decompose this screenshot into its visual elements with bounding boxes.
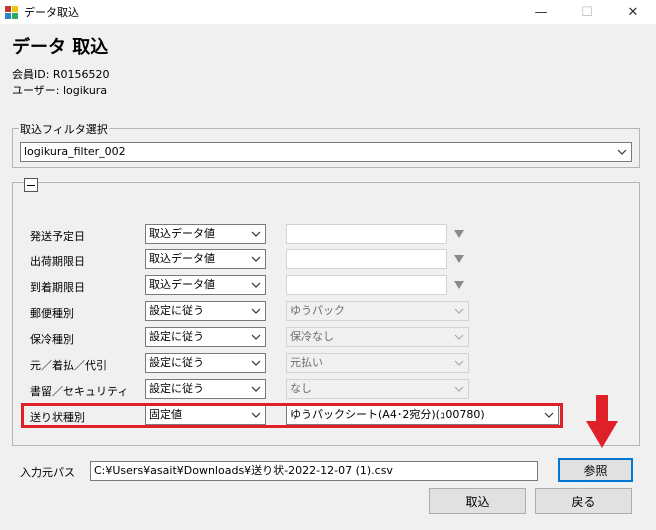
ship-deadline-input[interactable] [286,249,447,269]
member-id: 会員ID: R0156520 [12,68,110,81]
highlight-box [21,403,563,428]
chevron-down-icon [454,360,464,366]
row-label: 元／着払／代引 [30,359,107,372]
payment-mode-select[interactable]: 設定に従う [145,353,266,373]
calendar-dropdown-icon[interactable] [449,249,469,269]
registered-select[interactable]: なし [286,379,469,399]
calendar-dropdown-icon[interactable] [449,224,469,244]
row-label: 到着期限日 [30,281,85,294]
maximize-button[interactable]: ☐ [564,0,610,24]
select-value: 設定に従う [149,330,204,343]
ship-date-mode-select[interactable]: 取込データ値 [145,224,266,244]
select-value: 取込データ値 [149,278,215,291]
minimize-button[interactable]: — [518,0,564,24]
back-button[interactable]: 戻る [535,488,632,514]
ship-date-input[interactable] [286,224,447,244]
filter-select-value: logikura_filter_002 [24,145,126,158]
chevron-down-icon [454,308,464,314]
close-button[interactable]: ✕ [610,0,656,24]
row-label: 書留／セキュリティ [30,385,129,398]
arrow-down-icon [586,395,618,448]
user-name: ユーザー: logikura [12,84,108,97]
row-label: 郵便種別 [30,307,74,320]
page-title: データ 取込 [12,37,109,58]
chevron-down-icon [617,149,627,155]
chevron-down-icon [251,308,261,314]
arrival-deadline-input[interactable] [286,275,447,295]
select-value: 保冷なし [290,330,334,343]
calendar-dropdown-icon[interactable] [449,275,469,295]
select-value: 設定に従う [149,356,204,369]
cool-type-mode-select[interactable]: 設定に従う [145,327,266,347]
row-label: 保冷種別 [30,333,74,346]
input-path-label: 入力元パス [20,466,75,479]
title-bar: データ取込 — ☐ ✕ [0,0,656,24]
browse-button[interactable]: 参照 [558,458,633,482]
collapse-icon[interactable] [24,178,38,192]
input-path-field[interactable]: C:¥Users¥asait¥Downloads¥送り状-2022-12-07 … [90,461,538,481]
payment-select[interactable]: 元払い [286,353,469,373]
mail-type-select[interactable]: ゆうパック [286,301,469,321]
select-value: なし [290,382,312,395]
chevron-down-icon [251,231,261,237]
app-icon [5,6,18,19]
select-value: 元払い [290,356,323,369]
registered-mode-select[interactable]: 設定に従う [145,379,266,399]
select-value: 設定に従う [149,304,204,317]
select-value: ゆうパック [290,304,345,317]
filter-select[interactable]: logikura_filter_002 [20,142,632,162]
select-value: 取込データ値 [149,252,215,265]
select-value: 設定に従う [149,382,204,395]
filter-group-label: 取込フィルタ選択 [19,121,109,137]
chevron-down-icon [454,386,464,392]
arrival-deadline-mode-select[interactable]: 取込データ値 [145,275,266,295]
window-title: データ取込 [24,6,79,19]
import-button[interactable]: 取込 [429,488,526,514]
chevron-down-icon [251,334,261,340]
select-value: 取込データ値 [149,227,215,240]
chevron-down-icon [251,282,261,288]
ship-deadline-mode-select[interactable]: 取込データ値 [145,249,266,269]
mail-type-mode-select[interactable]: 設定に従う [145,301,266,321]
chevron-down-icon [251,360,261,366]
row-label: 発送予定日 [30,230,85,243]
cool-type-select[interactable]: 保冷なし [286,327,469,347]
chevron-down-icon [251,386,261,392]
row-label: 出荷期限日 [30,255,85,268]
chevron-down-icon [454,334,464,340]
chevron-down-icon [251,256,261,262]
